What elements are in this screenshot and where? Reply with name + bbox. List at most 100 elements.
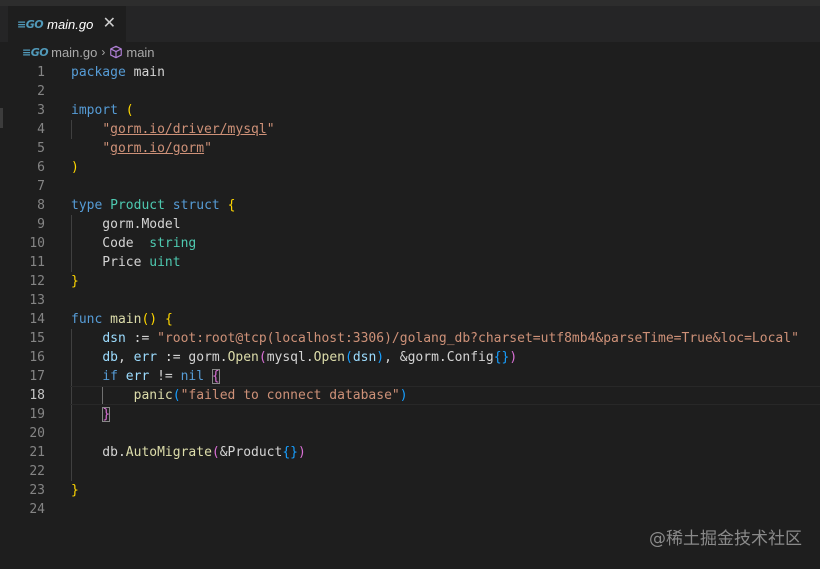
code-editor[interactable]: 1 package main 2 3 import (4 "gorm.io/driver… bbox=[0, 63, 820, 519]
line-code: dsn := "root:root@tcp(localhost:3306)/go… bbox=[71, 329, 799, 348]
tab-main-go[interactable]: ≡GO main.go ✕ bbox=[8, 6, 127, 42]
code-token: { bbox=[211, 369, 220, 384]
code-line[interactable]: 17 if err != nil { bbox=[0, 367, 820, 386]
code-token: , bbox=[117, 350, 134, 365]
line-number: 4 bbox=[37, 122, 45, 137]
code-token: ( bbox=[172, 388, 181, 403]
code-line[interactable]: 15 dsn := "root:root@tcp(localhost:3306)… bbox=[0, 329, 820, 348]
code-token: {} bbox=[493, 350, 510, 365]
code-token: package bbox=[71, 65, 126, 80]
code-line[interactable]: 9 gorm.Model bbox=[0, 215, 820, 234]
code-token: := gorm. bbox=[157, 350, 228, 365]
code-line[interactable]: 16 db, err := gorm.Open(mysql.Open(dsn),… bbox=[0, 348, 820, 367]
code-line[interactable]: 23} bbox=[0, 481, 820, 500]
code-line[interactable]: 13 bbox=[0, 291, 820, 310]
code-token: err bbox=[125, 369, 150, 384]
code-line[interactable]: 8 type Product struct { bbox=[0, 196, 820, 215]
tab-bar: ≡GO main.go ✕ bbox=[0, 6, 820, 42]
line-number: 20 bbox=[29, 426, 45, 441]
code-token: } bbox=[102, 407, 111, 422]
code-token: } bbox=[71, 274, 79, 289]
breadcrumb-file[interactable]: main.go bbox=[51, 45, 97, 60]
line-number: 9 bbox=[37, 217, 45, 232]
line-number: 17 bbox=[29, 369, 45, 384]
line-code: } bbox=[71, 405, 111, 424]
code-token: ) bbox=[509, 350, 518, 365]
code-token: , &gorm.Config bbox=[384, 350, 494, 365]
code-token: Open bbox=[313, 350, 345, 365]
code-line[interactable]: 3 import ( bbox=[0, 101, 820, 120]
line-code: package main bbox=[71, 63, 165, 82]
code-line[interactable]: 24 bbox=[0, 500, 820, 519]
code-token: := bbox=[125, 331, 158, 346]
code-token: " bbox=[204, 141, 212, 156]
code-token: mysql. bbox=[266, 350, 314, 365]
code-line[interactable]: 11 Price uint bbox=[0, 253, 820, 272]
code-token: ) bbox=[376, 350, 385, 365]
code-line[interactable]: 22 bbox=[0, 462, 820, 481]
code-token: Price bbox=[71, 255, 150, 270]
line-number: 23 bbox=[29, 483, 45, 498]
code-line[interactable]: 7 bbox=[0, 177, 820, 196]
code-line[interactable]: 5 "gorm.io/gorm" bbox=[0, 139, 820, 158]
line-code: import ( bbox=[71, 101, 134, 120]
line-number: 10 bbox=[29, 236, 45, 251]
line-code: db.AutoMigrate(&Product{}) bbox=[71, 443, 306, 462]
code-token: string bbox=[149, 236, 197, 251]
go-file-icon: ≡GO bbox=[17, 17, 44, 31]
line-number: 14 bbox=[29, 312, 45, 327]
code-line[interactable]: 21 db.AutoMigrate(&Product{}) bbox=[0, 443, 820, 462]
code-token: uint bbox=[149, 255, 181, 270]
code-line[interactable]: 1 package main bbox=[0, 63, 820, 82]
code-token: db. bbox=[71, 445, 126, 460]
code-line[interactable]: 12} bbox=[0, 272, 820, 291]
code-line[interactable]: 2 bbox=[0, 82, 820, 101]
line-number: 6 bbox=[37, 160, 45, 175]
code-token: db bbox=[102, 350, 118, 365]
line-code: ) bbox=[71, 158, 79, 177]
code-token: {} bbox=[282, 445, 298, 460]
go-file-icon: ≡GO bbox=[22, 45, 49, 59]
code-line[interactable]: 14 func main() { bbox=[0, 310, 820, 329]
code-token: ( bbox=[258, 350, 267, 365]
code-token: panic bbox=[133, 388, 173, 403]
line-number: 5 bbox=[37, 141, 45, 156]
line-number: 11 bbox=[29, 255, 45, 270]
code-token: { bbox=[164, 312, 173, 327]
code-token: gorm.io/driver/mysql bbox=[110, 122, 267, 137]
code-token: nil bbox=[180, 369, 205, 384]
code-token: err bbox=[133, 350, 158, 365]
line-number: 7 bbox=[37, 179, 45, 194]
code-line[interactable]: 10 Code string bbox=[0, 234, 820, 253]
close-icon[interactable]: ✕ bbox=[103, 16, 116, 32]
code-token: Code bbox=[71, 236, 150, 251]
code-token: } bbox=[71, 483, 79, 498]
code-token: " bbox=[102, 122, 111, 137]
code-token: " bbox=[266, 122, 275, 137]
breadcrumb-symbol[interactable]: main bbox=[126, 45, 154, 60]
code-line[interactable]: 18 panic("failed to connect database") bbox=[0, 386, 820, 405]
code-line[interactable]: 6) bbox=[0, 158, 820, 177]
line-code: Code string bbox=[71, 234, 196, 253]
line-code: gorm.Model bbox=[71, 215, 181, 234]
code-line[interactable]: 4 "gorm.io/driver/mysql" bbox=[0, 120, 820, 139]
breadcrumb: ≡GO main.go › main bbox=[0, 42, 820, 62]
code-line[interactable]: 20 bbox=[0, 424, 820, 443]
code-token: Product bbox=[110, 198, 165, 213]
line-code: Price uint bbox=[71, 253, 181, 272]
code-token: AutoMigrate bbox=[125, 445, 212, 460]
line-number: 2 bbox=[37, 84, 45, 99]
code-token: "failed to connect database" bbox=[180, 388, 400, 403]
line-code: if err != nil { bbox=[71, 367, 220, 386]
line-number: 13 bbox=[29, 293, 45, 308]
code-line[interactable]: 19 } bbox=[0, 405, 820, 424]
code-token: gorm.Model bbox=[71, 217, 181, 232]
